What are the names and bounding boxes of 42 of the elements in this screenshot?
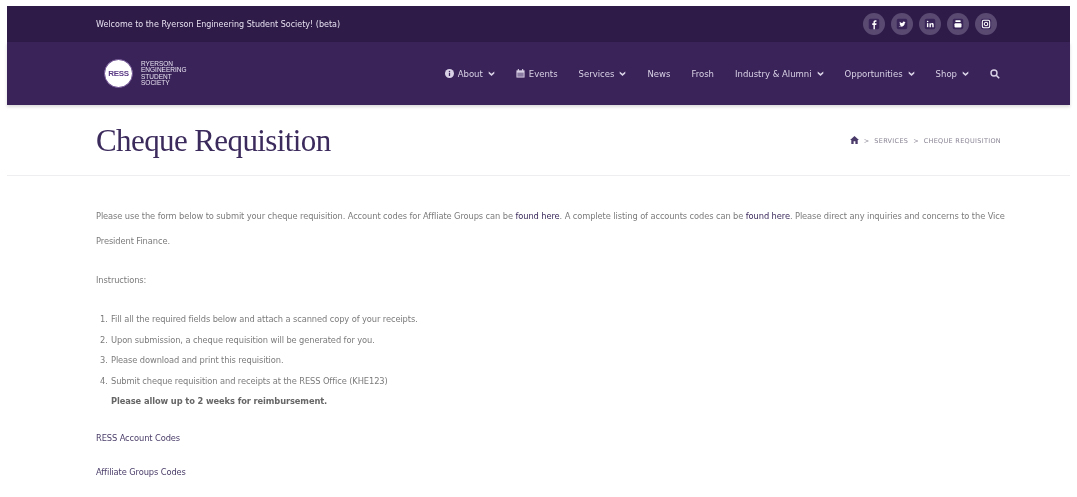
home-link[interactable]: [849, 136, 859, 146]
nav-link[interactable]: Services: [578, 68, 627, 79]
welcome-text: Welcome to the Ryerson Engineering Student Society! (beta): [96, 19, 341, 29]
nav-link[interactable]: Frosh: [691, 68, 714, 79]
page-title: Cheque Requisition: [96, 123, 331, 159]
search-icon: [990, 68, 1000, 79]
facebook-icon: [867, 17, 881, 31]
step-text: Upon submission, a cheque requisition will be generated for you.: [111, 333, 375, 347]
logo-badge[interactable]: RESS: [104, 59, 133, 88]
step-number: 2.: [100, 333, 109, 347]
nav-link[interactable]: Shop: [935, 68, 969, 79]
facebook-button[interactable]: [863, 13, 885, 35]
home-icon: [849, 136, 859, 144]
bird-button[interactable]: [891, 13, 913, 35]
step-number: 4.: [100, 374, 109, 388]
camera-icon: [979, 17, 993, 31]
step-text: Submit cheque requisition and receipts at the RESS Office (KHE123): [111, 374, 388, 388]
nav-link[interactable]: About: [444, 68, 495, 79]
step-text: Please download and print this requisition.: [111, 354, 284, 367]
nav-link[interactable]: Industry & Alumni: [735, 68, 824, 79]
camera-button[interactable]: [975, 13, 997, 35]
found-here-link[interactable]: found here: [745, 211, 790, 221]
reimbursement-note: Please allow up to 2 weeks for reimbursement.: [111, 395, 328, 408]
video-button[interactable]: [947, 13, 969, 35]
nav-link[interactable]: News: [647, 68, 671, 79]
nav-link[interactable]: Events: [515, 68, 558, 79]
found-here-link[interactable]: found here: [515, 211, 560, 221]
info-icon: [444, 69, 454, 78]
instructions-label: Instructions:: [96, 274, 148, 287]
intro-paragraph: Please use the form below to submit your cheque requisition. Account codes for Affliate Groups can be found here. A complete listing of accounts codes can be found here. Please direct any inquiries and concerns to the Vice President Finance.: [96, 210, 1006, 248]
linkedin-button[interactable]: [919, 13, 941, 35]
codes-link[interactable]: Affiliate Groups Codes: [96, 461, 1010, 482]
bird-icon: [895, 17, 909, 31]
step-number: 1.: [100, 313, 109, 326]
codes-link[interactable]: RESS Account Codes: [96, 427, 1010, 448]
step-number: 3.: [100, 354, 109, 367]
step-text: Fill all the required fields below and attach a scanned copy of your receipts.: [111, 313, 418, 326]
search-button[interactable]: [990, 68, 1000, 79]
nav-link[interactable]: Opportunities: [844, 68, 915, 79]
calendar-icon: [515, 69, 525, 78]
linkedin-icon: [923, 17, 937, 31]
video-icon: [951, 17, 965, 31]
